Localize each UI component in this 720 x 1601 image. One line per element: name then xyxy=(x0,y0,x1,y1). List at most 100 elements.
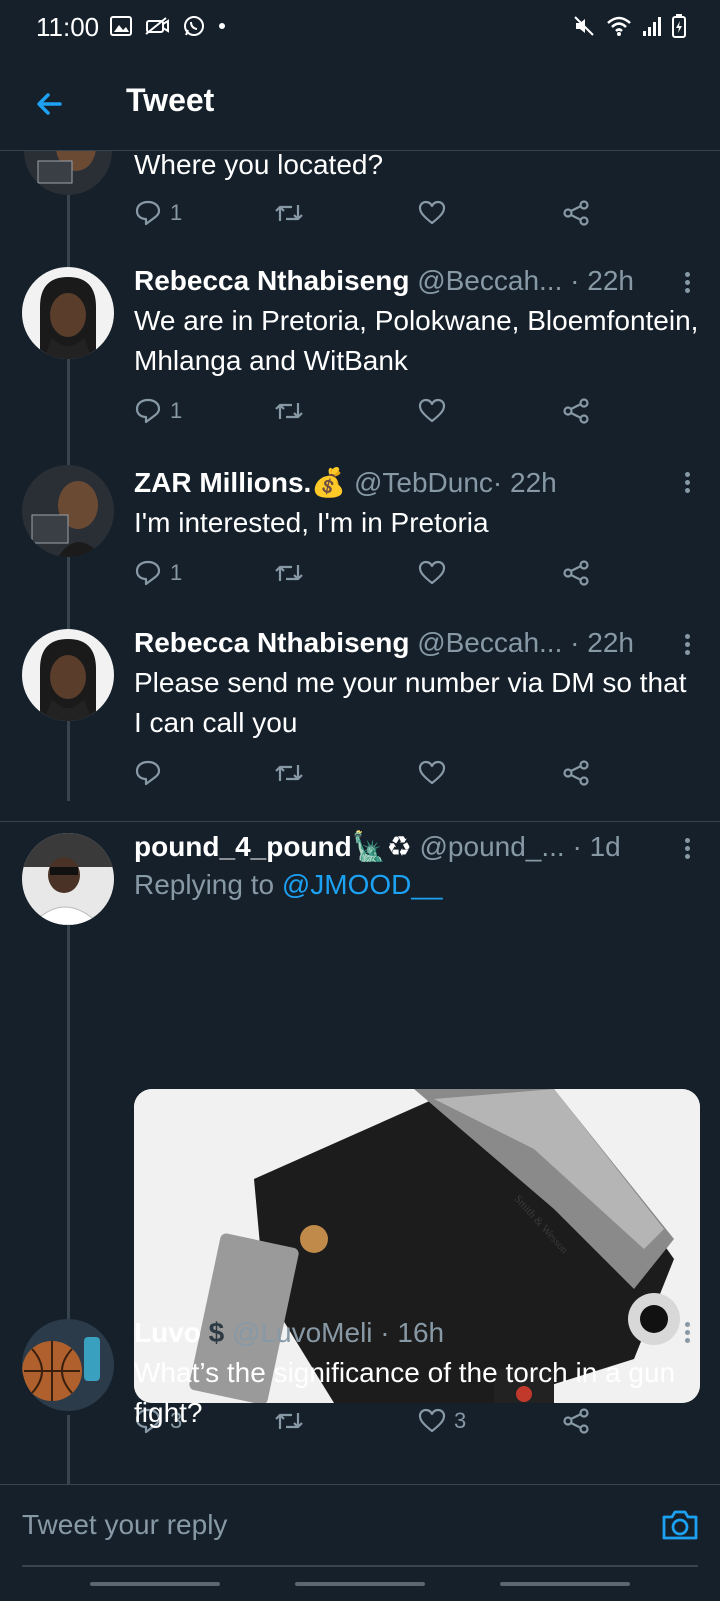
replying-to-label: Replying to xyxy=(134,869,275,900)
tweet-header: ZAR Millions.💰 @TebDunc· 22h xyxy=(134,465,700,501)
retweet-button[interactable] xyxy=(274,193,304,233)
whatsapp-icon xyxy=(184,16,204,36)
tweet-actions: 1 xyxy=(134,391,614,431)
avatar[interactable] xyxy=(22,267,114,359)
tweet-text: I'm interested, I'm in Pretoria xyxy=(134,507,489,538)
reply-count: 1 xyxy=(170,560,183,585)
retweet-button[interactable] xyxy=(274,753,304,793)
tweet-time: · 22h xyxy=(570,627,634,658)
share-button[interactable] xyxy=(562,553,590,593)
retweet-icon xyxy=(275,765,303,781)
retweet-icon xyxy=(275,565,303,581)
tweet-time: · 1d xyxy=(572,831,621,862)
reply-icon xyxy=(135,760,161,786)
share-icon xyxy=(563,560,589,586)
retweet-icon xyxy=(275,205,303,221)
retweet-button[interactable] xyxy=(274,391,304,431)
share-button[interactable] xyxy=(562,391,590,431)
like-button[interactable] xyxy=(418,553,446,593)
reply-button[interactable]: 1 xyxy=(134,553,182,593)
tweet-header: Luvo $ @LuvoMeli · 16h xyxy=(134,1315,700,1351)
user-handle[interactable]: @Beccah... xyxy=(417,265,562,296)
share-button[interactable] xyxy=(562,193,590,233)
tweet-header: Rebecca Nthabiseng @Beccah... · 22h xyxy=(134,625,700,661)
like-button[interactable] xyxy=(418,753,446,793)
signal-icon xyxy=(643,17,661,36)
tweet-text: We are in Pretoria, Polokwane, Bloemfont… xyxy=(134,305,699,376)
user-name[interactable]: Rebecca Nthabiseng xyxy=(134,627,409,658)
reply-input-underline xyxy=(22,1565,698,1567)
gallery-icon xyxy=(110,16,132,36)
thread-line xyxy=(67,911,70,1321)
thread-divider xyxy=(0,821,720,822)
tweet-time: · 22h xyxy=(492,467,557,498)
reply-icon xyxy=(135,398,161,424)
reply-icon xyxy=(135,200,161,226)
tweet-time: · 22h xyxy=(570,265,634,296)
tweet-feed[interactable]: Where you located? 1 Rebecca Nthabiseng … xyxy=(0,151,720,1484)
nav-back-handle[interactable] xyxy=(500,1582,630,1586)
user-name[interactable]: Luvo xyxy=(134,1317,201,1348)
reply-button[interactable] xyxy=(134,753,170,793)
reply-count: 1 xyxy=(170,200,183,225)
dot-icon xyxy=(219,23,225,29)
reply-count: 1 xyxy=(170,398,183,423)
share-button[interactable] xyxy=(562,753,590,793)
tweet-header: pound_4_pound🗽♻ @pound_... · 1d xyxy=(134,829,700,865)
user-name[interactable]: pound_4_pound🗽♻ xyxy=(134,831,412,862)
app-bar: Tweet xyxy=(0,60,720,151)
user-name[interactable]: Rebecca Nthabiseng xyxy=(134,265,409,296)
back-arrow-icon[interactable] xyxy=(30,84,70,124)
reply-button[interactable]: 1 xyxy=(134,391,182,431)
reply-input[interactable]: Tweet your reply xyxy=(22,1509,227,1541)
mention-link[interactable]: @JMOOD__ xyxy=(282,869,443,900)
camera-icon[interactable] xyxy=(660,1505,700,1545)
thread-line xyxy=(67,1415,70,1484)
like-button[interactable] xyxy=(418,391,446,431)
retweet-button[interactable] xyxy=(274,553,304,593)
more-options-icon[interactable] xyxy=(682,631,692,658)
tweet-time: · 16h xyxy=(380,1317,445,1348)
nav-recents-handle[interactable] xyxy=(90,1582,220,1586)
more-options-icon[interactable] xyxy=(682,1319,692,1346)
system-nav-bar xyxy=(0,1570,720,1600)
heart-icon xyxy=(418,200,446,225)
status-time: 11:00 xyxy=(36,12,100,42)
share-icon xyxy=(563,398,589,424)
avatar[interactable] xyxy=(24,151,112,195)
user-handle[interactable]: @TebDunc xyxy=(354,467,493,498)
heart-icon xyxy=(418,560,446,585)
reply-button[interactable]: 1 xyxy=(134,193,182,233)
avatar[interactable] xyxy=(22,833,114,925)
more-options-icon[interactable] xyxy=(682,835,692,862)
status-bar: 11:00 xyxy=(0,0,720,56)
tweet-text: Please send me your number via DM so tha… xyxy=(134,667,687,738)
wifi-icon xyxy=(607,16,631,36)
nav-home-handle[interactable] xyxy=(295,1582,425,1586)
tweet-text: Where you located? xyxy=(134,151,384,180)
no-camera-icon xyxy=(145,17,169,35)
replying-to: Replying to @JMOOD__ xyxy=(134,865,700,905)
battery-icon xyxy=(672,14,686,38)
mute-icon xyxy=(574,16,594,36)
tweet-actions xyxy=(134,753,614,793)
avatar[interactable] xyxy=(22,629,114,721)
share-icon xyxy=(563,200,589,226)
dollar-icon: $ xyxy=(208,1317,225,1348)
avatar[interactable] xyxy=(22,465,114,557)
retweet-icon xyxy=(275,403,303,419)
user-handle[interactable]: @Beccah... xyxy=(417,627,562,658)
heart-icon xyxy=(418,760,446,785)
tweet-text: What’s the significance of the torch in … xyxy=(134,1357,676,1428)
heart-icon xyxy=(418,398,446,423)
avatar[interactable] xyxy=(22,1319,114,1411)
user-name[interactable]: ZAR Millions.💰 xyxy=(134,467,346,498)
user-handle[interactable]: @pound_... xyxy=(420,831,565,862)
tweet-actions: 1 xyxy=(134,193,614,233)
page-title: Tweet xyxy=(126,82,215,118)
more-options-icon[interactable] xyxy=(682,269,692,296)
reply-icon xyxy=(135,560,161,586)
like-button[interactable] xyxy=(418,193,446,233)
more-options-icon[interactable] xyxy=(682,469,692,496)
user-handle[interactable]: @LuvoMeli xyxy=(232,1317,372,1348)
